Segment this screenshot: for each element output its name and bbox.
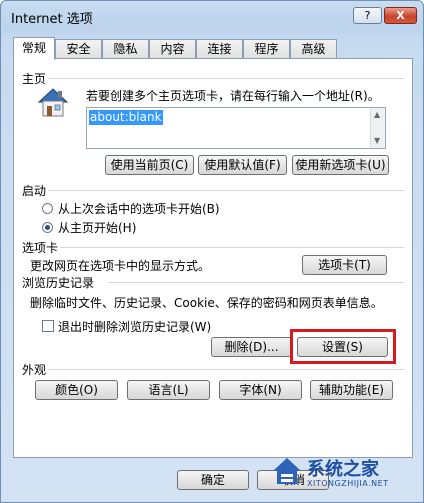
colors-button[interactable]: 颜色(O) [35, 380, 118, 400]
title-bar: Internet 选项 ? X [1, 1, 423, 31]
startup-radio-home[interactable] [42, 222, 53, 233]
watermark-text: 系统之家 [307, 459, 379, 480]
tab-security[interactable]: 安全 [55, 39, 102, 59]
ok-button[interactable]: 确定 [177, 470, 249, 490]
delete-history-button[interactable]: 删除(D)... [211, 337, 292, 357]
appearance-header: 外观 [22, 363, 47, 377]
tab-privacy[interactable]: 隐私 [102, 39, 149, 59]
divider [60, 247, 404, 248]
tab-connections[interactable]: 连接 [196, 39, 243, 59]
scroll-up-icon[interactable]: ▲ [374, 110, 380, 119]
general-panel: 主页 若要创建多个主页选项卡，请在每行输入一个地址(R)。 about:blan… [13, 58, 413, 458]
divider [108, 282, 404, 283]
home-address-text: about:blank [89, 110, 163, 125]
startup-header: 启动 [22, 184, 47, 198]
textarea-scrollbar[interactable]: ▲ ▼ [370, 108, 385, 148]
fonts-button[interactable]: 字体(N) [219, 380, 302, 400]
tab-programs[interactable]: 程序 [243, 39, 290, 59]
tab-content[interactable]: 内容 [149, 39, 196, 59]
startup-option-label: 从主页开始(H) [58, 221, 137, 235]
watermark-logo-icon [273, 458, 301, 484]
accessibility-button[interactable]: 辅助功能(E) [310, 380, 393, 400]
history-description: 删除临时文件、历史记录、Cookie、保存的密码和网页表单信息。 [30, 296, 383, 310]
tab-general[interactable]: 常规 [13, 37, 55, 60]
help-button[interactable]: ? [353, 7, 382, 24]
use-default-button[interactable]: 使用默认值(F) [198, 155, 287, 175]
house-icon [37, 88, 69, 117]
history-settings-button[interactable]: 设置(S) [297, 337, 388, 357]
delete-on-exit-label: 退出时删除浏览历史记录(W) [58, 320, 212, 334]
use-new-tab-button[interactable]: 使用新选项卡(U) [292, 155, 389, 175]
languages-button[interactable]: 语言(L) [127, 380, 210, 400]
startup-radio-last-session[interactable] [42, 203, 53, 214]
tabs-settings-button[interactable]: 选项卡(T) [302, 255, 387, 275]
delete-on-exit-checkbox[interactable] [42, 320, 54, 332]
divider [48, 78, 404, 79]
home-description: 若要创建多个主页选项卡，请在每行输入一个地址(R)。 [86, 89, 380, 103]
use-current-button[interactable]: 使用当前页(C) [105, 155, 194, 175]
watermark-subtext: XITONGZHIJIA.NET [307, 479, 389, 488]
startup-option-label: 从上次会话中的选项卡开始(B) [58, 202, 220, 216]
window-title: Internet 选项 [11, 12, 93, 27]
divider [48, 190, 404, 191]
divider [48, 369, 404, 370]
home-address-textarea[interactable]: about:blank ▲ ▼ [86, 107, 386, 149]
dialog-window: Internet 选项 ? X 常规 安全 隐私 内容 连接 程序 高级 主页 … [0, 0, 424, 503]
close-button[interactable]: X [384, 7, 417, 24]
tabs-description: 更改网页在选项卡中的显示方式。 [30, 259, 211, 273]
tabs-header: 选项卡 [22, 241, 59, 255]
scroll-down-icon[interactable]: ▼ [374, 136, 380, 145]
tab-advanced[interactable]: 高级 [290, 39, 337, 59]
history-header: 浏览历史记录 [22, 276, 95, 290]
